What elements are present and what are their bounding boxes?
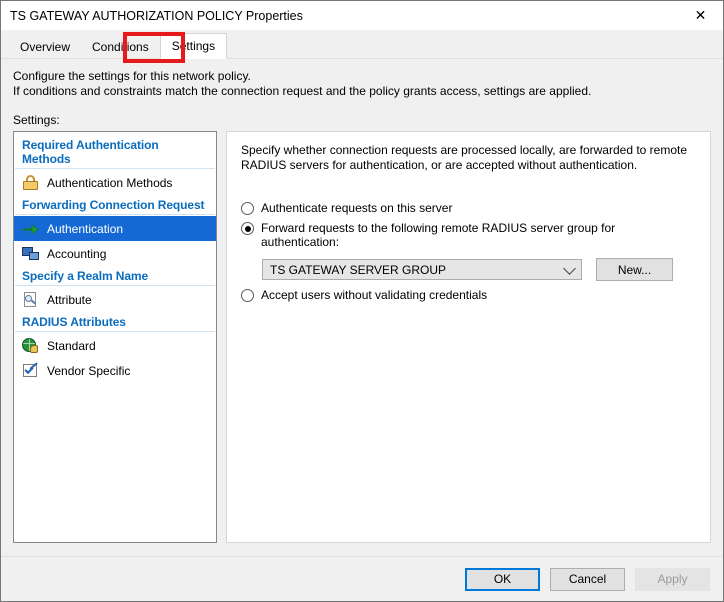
properties-dialog: TS GATEWAY AUTHORIZATION POLICY Properti…	[0, 0, 724, 602]
tree-group-header-specify-a-realm-name: Specify a Realm Name	[15, 266, 215, 286]
server-group-value: TS GATEWAY SERVER GROUP	[270, 262, 447, 277]
tab-settings[interactable]: Settings	[159, 33, 228, 59]
radio-label: Forward requests to the following remote…	[261, 221, 616, 249]
tree-group-header-forwarding-connection-request: Forwarding Connection Request	[15, 195, 215, 215]
tree-item-authentication[interactable]: Authentication	[14, 216, 216, 241]
radio-indicator	[241, 289, 254, 302]
tree-item-vendor-specific[interactable]: Vendor Specific	[14, 358, 216, 383]
tree-item-label: Accounting	[47, 246, 107, 261]
computers-icon	[22, 245, 39, 262]
settings-detail-panel: Specify whether connection requests are …	[226, 131, 711, 543]
tree-item-label: Authentication	[47, 221, 124, 236]
settings-tree[interactable]: Required Authentication Methods Authenti…	[13, 131, 217, 543]
tree-item-standard[interactable]: Standard	[14, 333, 216, 358]
checkbox-pen-icon	[22, 362, 39, 379]
cancel-button[interactable]: Cancel	[550, 567, 625, 591]
radio-label: Authenticate requests on this server	[261, 201, 453, 215]
tree-group-header-required-authentication-methods: Required Authentication Methods	[15, 135, 215, 169]
ok-button[interactable]: OK	[465, 567, 540, 591]
radio-forward-to-remote-radius-group[interactable]: Forward requests to the following remote…	[241, 221, 696, 249]
radio-authenticate-on-this-server[interactable]: Authenticate requests on this server	[241, 201, 696, 215]
page-magnifier-icon	[22, 291, 39, 308]
radio-indicator	[241, 222, 254, 235]
title-bar: TS GATEWAY AUTHORIZATION POLICY Properti…	[1, 1, 723, 30]
tab-strip: Overview Conditions Settings	[1, 30, 723, 59]
server-group-dropdown[interactable]: TS GATEWAY SERVER GROUP	[262, 259, 582, 280]
tree-item-accounting[interactable]: Accounting	[14, 241, 216, 266]
radio-accept-users-without-validating[interactable]: Accept users without validating credenti…	[241, 288, 696, 302]
panel-description: Specify whether connection requests are …	[241, 143, 688, 172]
chevron-down-icon	[563, 262, 576, 275]
window-title: TS GATEWAY AUTHORIZATION POLICY Properti…	[10, 8, 303, 23]
tree-item-label: Attribute	[47, 292, 92, 307]
tab-conditions[interactable]: Conditions	[81, 35, 160, 58]
globe-key-icon	[22, 337, 39, 354]
dialog-footer: OK Cancel Apply	[1, 556, 723, 601]
tree-item-authentication-methods[interactable]: Authentication Methods	[14, 170, 216, 195]
tree-item-label: Vendor Specific	[47, 363, 131, 378]
apply-button: Apply	[635, 567, 710, 591]
description-line-2: If conditions and constraints match the …	[13, 84, 592, 98]
tree-item-label: Authentication Methods	[47, 175, 173, 190]
radio-indicator	[241, 202, 254, 215]
tree-item-label: Standard	[47, 338, 96, 353]
tree-item-attribute[interactable]: Attribute	[14, 287, 216, 312]
lock-icon	[22, 174, 39, 191]
radio-label: Accept users without validating credenti…	[261, 288, 488, 302]
settings-panes: Required Authentication Methods Authenti…	[13, 131, 711, 543]
description-line-1: Configure the settings for this network …	[13, 69, 251, 83]
new-server-group-button[interactable]: New...	[596, 258, 673, 281]
tree-group-header-radius-attributes: RADIUS Attributes	[15, 312, 215, 332]
page-description: Configure the settings for this network …	[13, 69, 711, 99]
tab-overview[interactable]: Overview	[9, 35, 82, 58]
green-arrow-icon	[22, 220, 39, 237]
dialog-content: Configure the settings for this network …	[1, 59, 723, 556]
server-group-row: TS GATEWAY SERVER GROUP New...	[262, 258, 696, 281]
settings-label: Settings:	[13, 113, 60, 127]
close-icon[interactable]: ✕	[678, 1, 723, 30]
